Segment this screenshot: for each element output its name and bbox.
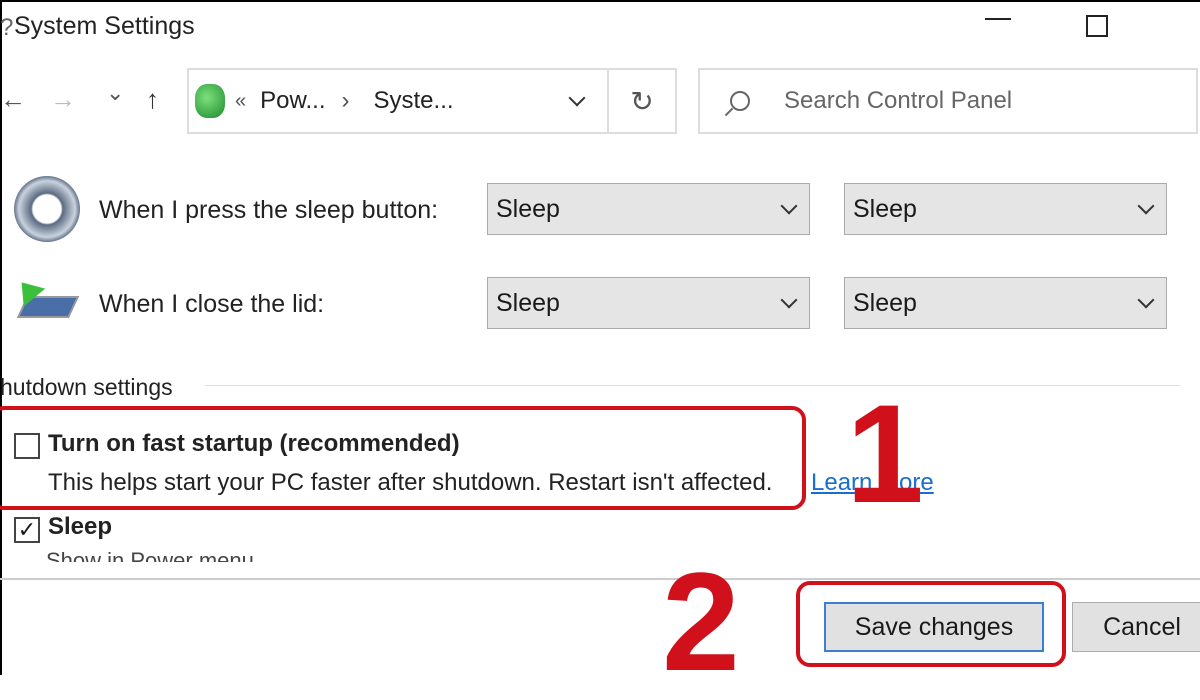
minimize-button[interactable]	[985, 18, 1011, 20]
close-lid-label: When I close the lid:	[99, 290, 325, 318]
up-button[interactable]: ↑	[146, 84, 159, 115]
search-icon	[724, 91, 750, 117]
power-options-icon	[195, 84, 225, 118]
recent-locations-button[interactable]: ⌄	[106, 80, 124, 106]
sleep-description: Show in Power menu	[46, 548, 254, 562]
sleep-button-icon	[14, 176, 80, 242]
section-divider	[205, 385, 1180, 386]
sleep-button-battery-select[interactable]: Sleep	[487, 183, 810, 235]
app-icon: ?	[0, 14, 14, 41]
forward-button[interactable]: →	[50, 84, 76, 115]
back-button[interactable]: ←	[0, 84, 26, 115]
footer-divider	[0, 578, 1200, 580]
sleep-button-label: When I press the sleep button:	[99, 196, 439, 224]
highlight-box-save	[796, 581, 1066, 667]
step-number-2: 2	[662, 543, 740, 700]
step-number-1: 1	[846, 375, 924, 532]
breadcrumb-separator: ›	[341, 87, 350, 114]
breadcrumb-system[interactable]: Syste...	[374, 87, 454, 115]
maximize-button[interactable]	[1086, 15, 1108, 37]
shutdown-settings-heading: hutdown settings	[0, 374, 173, 400]
sleep-button-plugged-select[interactable]: Sleep	[844, 183, 1167, 235]
overflow-chevron[interactable]: «	[235, 90, 246, 113]
highlight-box-fast-startup	[0, 406, 806, 510]
cancel-button[interactable]: Cancel	[1072, 602, 1200, 652]
sleep-checkbox[interactable]: ✓	[14, 517, 40, 543]
breadcrumb-power[interactable]: Pow...	[260, 87, 325, 115]
laptop-lid-icon	[10, 273, 80, 328]
close-lid-plugged-select[interactable]: Sleep	[844, 277, 1167, 329]
address-bar[interactable]: « Pow... › Syste... ↻	[187, 68, 677, 134]
window-title: System Settings	[14, 12, 195, 40]
address-dropdown-icon[interactable]	[568, 89, 586, 107]
sleep-label[interactable]: Sleep	[48, 513, 112, 541]
search-input[interactable]: Search Control Panel	[698, 68, 1198, 134]
refresh-button[interactable]: ↻	[607, 70, 675, 132]
close-lid-battery-select[interactable]: Sleep	[487, 277, 810, 329]
